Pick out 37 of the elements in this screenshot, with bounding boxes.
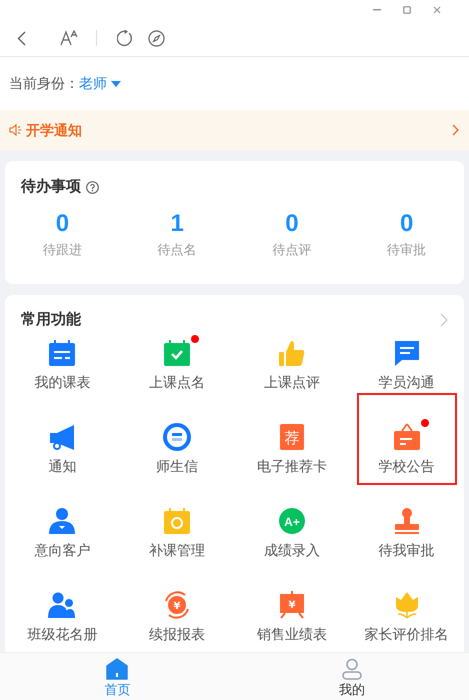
todo-label: 待点评 bbox=[272, 240, 312, 258]
calendar-icon bbox=[48, 339, 76, 367]
announcement-board-icon bbox=[392, 423, 421, 451]
chevron-right-icon bbox=[452, 124, 459, 136]
back-icon[interactable] bbox=[17, 30, 26, 46]
todo-label: 待点名 bbox=[158, 240, 197, 258]
maximize-icon[interactable] bbox=[403, 6, 411, 14]
calendar-check-icon bbox=[163, 339, 192, 367]
minimize-icon[interactable] bbox=[373, 9, 381, 11]
todo-label: 待审批 bbox=[387, 240, 426, 258]
compass-icon[interactable] bbox=[148, 30, 165, 46]
refresh-icon[interactable] bbox=[117, 30, 134, 46]
notice-text: 开学通知 bbox=[26, 120, 82, 140]
identity-label: 当前身份： bbox=[9, 74, 79, 93]
font-size-icon[interactable] bbox=[60, 30, 78, 46]
megaphone-icon bbox=[48, 423, 76, 451]
stamp-icon bbox=[392, 507, 421, 535]
calendar-clock-icon bbox=[163, 507, 192, 535]
speaker-icon bbox=[9, 124, 22, 136]
user-icon bbox=[340, 658, 363, 680]
person-icon bbox=[48, 507, 76, 535]
people-icon bbox=[48, 591, 76, 619]
chat-icon bbox=[392, 339, 421, 367]
message-bubble-icon bbox=[163, 423, 192, 451]
close-icon[interactable] bbox=[433, 6, 441, 14]
grade-icon: A+ bbox=[278, 507, 306, 535]
function-item[interactable]: 学校公告 bbox=[356, 393, 457, 485]
help-icon[interactable] bbox=[86, 180, 99, 194]
section-title: 待办事项 bbox=[21, 177, 81, 197]
home-icon bbox=[106, 658, 128, 680]
tab[interactable]: 我的 bbox=[234, 653, 469, 700]
thumbs-up-icon bbox=[278, 339, 306, 367]
identity-dropdown[interactable]: 老师 bbox=[79, 73, 121, 94]
recommend-card-icon: 荐 bbox=[278, 423, 306, 451]
todo-label: 待跟进 bbox=[42, 240, 82, 258]
section-title: 常用功能 bbox=[21, 310, 81, 330]
dropdown-caret-icon bbox=[111, 80, 121, 86]
